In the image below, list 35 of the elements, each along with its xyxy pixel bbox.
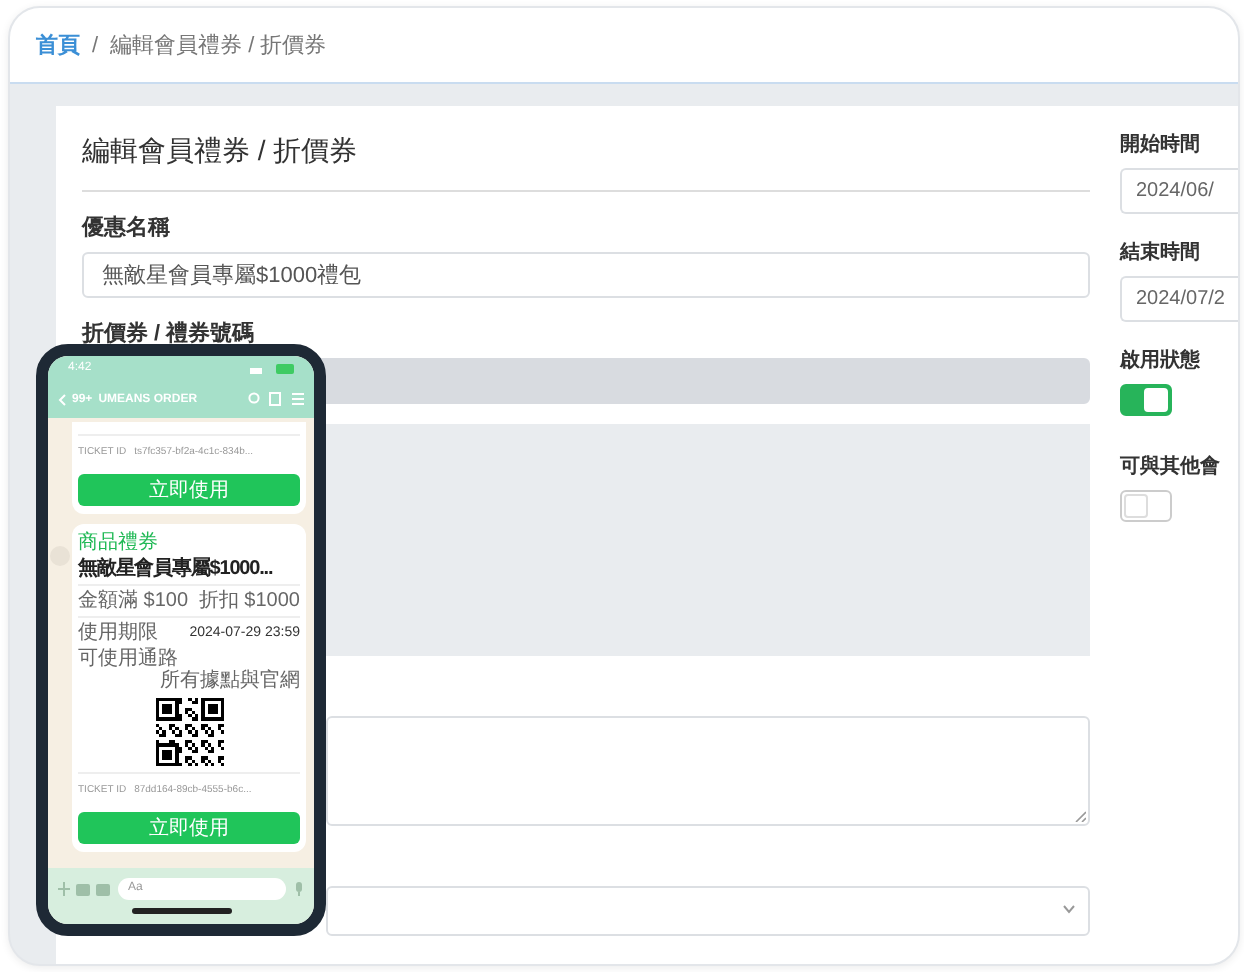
name-input[interactable]: 無敵星會員專屬$1000禮包 [82,252,1090,298]
qr-code-icon [155,698,223,766]
breadcrumb-separator: / [92,33,99,57]
header-icons[interactable] [248,392,304,406]
field-label: 啟用狀態 [1120,347,1202,374]
date-input[interactable]: 2024/07/2 [1120,276,1238,322]
toggle-switch[interactable] [1120,490,1172,522]
coupon-title: 無敵星會員專屬$1000... [78,558,300,586]
use-now-button[interactable]: 立即使用 [78,812,300,844]
coupon-row-value: 折扣 $1000 [198,590,300,612]
breadcrumb-current: 編輯會員禮券 / 折價券 [110,31,327,60]
avatar [50,546,70,566]
coupon-row-label: 可使用通路 [78,648,178,670]
field-label: 折價券 / 禮券號碼 [82,319,257,346]
chat-tool-icons[interactable] [58,881,110,895]
coupon-row-label: 使用期限 [78,622,158,644]
coupon-row-label: 金額滿 $100 [78,590,189,612]
field-label: 優惠名稱 [82,213,172,240]
field-label: 結束時間 [1120,239,1202,266]
field-label: 開始時間 [1120,131,1202,158]
resize-grip-icon [1074,810,1086,822]
home-indicator [131,908,231,914]
back-icon[interactable] [58,393,66,405]
select-field[interactable] [326,886,1090,936]
use-now-button[interactable]: 立即使用 [78,474,300,506]
form-title: 編輯會員禮券 / 折價券 [82,130,1090,192]
coupon-row-value: 所有據點與官網 [160,670,300,692]
textarea[interactable] [326,716,1090,826]
mic-icon[interactable] [294,881,304,895]
breadcrumb-link[interactable]: 首頁 [36,30,80,60]
coupon-tag: 商品禮券 [78,532,300,554]
date-input[interactable]: 2024/06/ [1120,168,1238,214]
field-label: 可與其他會 [1120,453,1222,480]
toggle-switch[interactable] [1120,384,1172,416]
chevron-down-icon [1062,904,1076,914]
